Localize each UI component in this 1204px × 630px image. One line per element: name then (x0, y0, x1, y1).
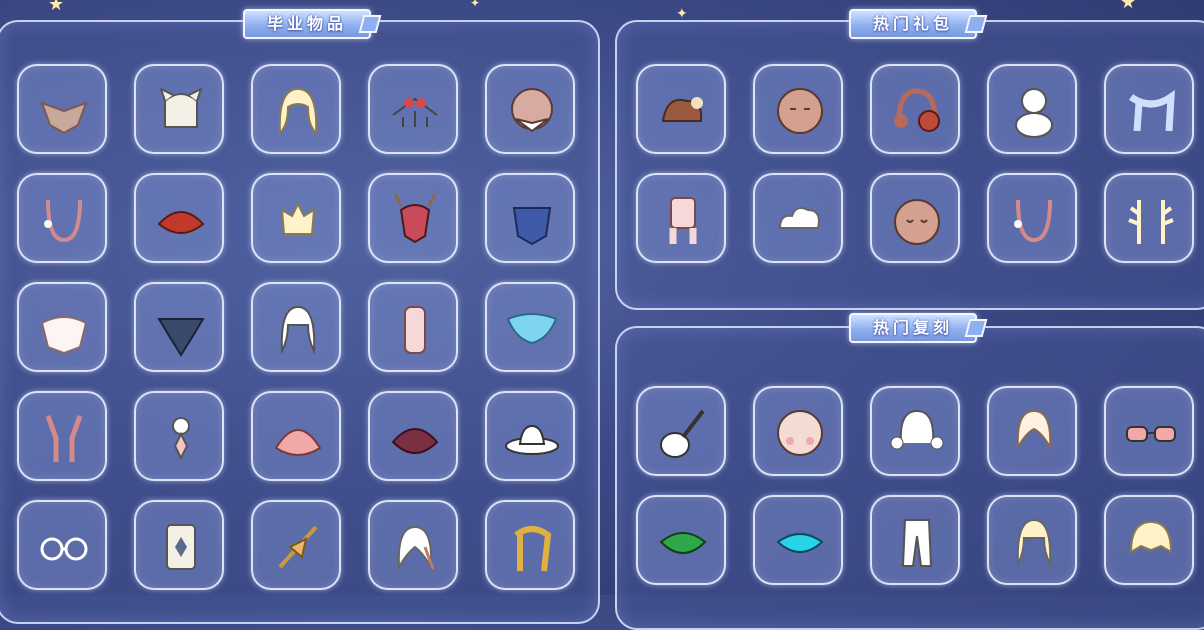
ornament-headdress-icon (392, 97, 438, 127)
item-slot[interactable] (17, 391, 107, 481)
ponytail-hair-icon (1016, 409, 1052, 451)
horned-mask-icon (393, 193, 437, 244)
blue-robe-icon (512, 207, 552, 246)
item-slot[interactable] (134, 391, 224, 481)
star-icon: ✦ (470, 0, 481, 10)
item-slot[interactable] (753, 173, 843, 263)
item-slot[interactable] (368, 500, 458, 590)
item-slot[interactable] (134, 500, 224, 590)
graduation-panel (0, 20, 600, 624)
star-icon: ★ (1120, 0, 1137, 13)
item-slot[interactable] (1104, 173, 1194, 263)
item-slot[interactable] (485, 282, 575, 372)
blue-bow-icon (506, 313, 558, 345)
item-slot[interactable] (870, 64, 960, 154)
item-slot[interactable] (134, 64, 224, 154)
item-slot[interactable] (636, 64, 726, 154)
maroon-cape-icon (391, 428, 439, 454)
item-slot[interactable] (753, 64, 843, 154)
pink-shell-cape-icon (274, 429, 322, 456)
item-slot[interactable] (134, 173, 224, 263)
masked-head-icon (511, 88, 553, 133)
pink-necklace-icon (44, 199, 82, 243)
item-slot[interactable] (753, 495, 843, 585)
sunglasses-icon (1126, 426, 1176, 442)
item-slot[interactable] (987, 386, 1077, 476)
golden-staff-icon (278, 525, 318, 569)
cyan-cape-icon (776, 533, 824, 553)
item-slot[interactable] (870, 386, 960, 476)
white-cloud-icon (778, 207, 820, 229)
wavy-hair-icon (1016, 518, 1052, 568)
pink-scarf-icon (45, 415, 83, 462)
horned-hair-icon (159, 87, 203, 128)
item-slot[interactable] (134, 282, 224, 372)
item-slot[interactable] (636, 495, 726, 585)
item-slot[interactable] (251, 391, 341, 481)
item-slot[interactable] (1104, 64, 1194, 154)
item-slot[interactable] (753, 386, 843, 476)
item-slot[interactable] (251, 282, 341, 372)
item-slot[interactable] (636, 386, 726, 476)
green-cape-icon (659, 532, 707, 554)
white-cape-icon (40, 316, 88, 355)
star-icon: ★ (48, 0, 65, 15)
pink-necklace-icon (1014, 199, 1052, 243)
item-slot[interactable] (1104, 386, 1194, 476)
hot-reprint-title: 热门复刻 (849, 313, 978, 343)
blonde-bob-hair-icon (1129, 520, 1173, 554)
item-slot[interactable] (251, 64, 341, 154)
hot-packs-title: 热门礼包 (849, 9, 978, 39)
cowboy-hat-icon (505, 424, 559, 455)
round-glasses-icon (40, 537, 88, 561)
emblem-badge-icon (166, 524, 196, 570)
white-hair-icon (280, 305, 316, 355)
item-slot[interactable] (17, 282, 107, 372)
item-slot[interactable] (485, 173, 575, 263)
item-slot[interactable] (368, 282, 458, 372)
hot-reprint-panel (615, 326, 1204, 630)
item-slot[interactable] (485, 500, 575, 590)
snowman-icon (1015, 88, 1053, 138)
golden-scarf-icon (514, 526, 552, 572)
item-slot[interactable] (485, 391, 575, 481)
dark-layered-cape-icon (157, 318, 205, 357)
red-headphones-icon (894, 88, 940, 132)
winged-cape-icon (40, 101, 88, 135)
pink-pajama-icon (669, 197, 697, 244)
item-slot[interactable] (870, 173, 960, 263)
feather-hair-icon (397, 525, 435, 571)
blushing-face-icon (777, 410, 823, 456)
blonde-bun-hair-icon (280, 201, 316, 235)
hot-packs-panel (615, 20, 1204, 310)
item-slot[interactable] (987, 64, 1077, 154)
item-slot[interactable] (870, 495, 960, 585)
blue-scarf-icon (1128, 89, 1175, 132)
golden-antlers-icon (1128, 200, 1174, 244)
item-slot[interactable] (987, 173, 1077, 263)
item-slot[interactable] (17, 500, 107, 590)
item-slot[interactable] (987, 495, 1077, 585)
item-slot[interactable] (251, 500, 341, 590)
item-slot[interactable] (485, 64, 575, 154)
item-slot[interactable] (17, 64, 107, 154)
pendant-accessory-icon (172, 417, 190, 461)
round-face-icon (777, 88, 823, 134)
long-blonde-hair-icon (278, 87, 318, 136)
sleepy-face-icon (894, 199, 940, 245)
item-slot[interactable] (368, 173, 458, 263)
white-pigtail-hair-icon (890, 409, 944, 450)
white-pants-icon (901, 519, 933, 567)
graduation-title: 毕业物品 (243, 9, 372, 39)
pink-outfit-icon (404, 306, 426, 354)
item-slot[interactable] (636, 173, 726, 263)
item-slot[interactable] (1104, 495, 1194, 585)
ukulele-icon (660, 409, 705, 458)
item-slot[interactable] (368, 391, 458, 481)
squirrel-icon (661, 97, 703, 122)
item-slot[interactable] (251, 173, 341, 263)
item-slot[interactable] (17, 173, 107, 263)
item-slot[interactable] (368, 64, 458, 154)
red-cape-icon (157, 211, 205, 234)
